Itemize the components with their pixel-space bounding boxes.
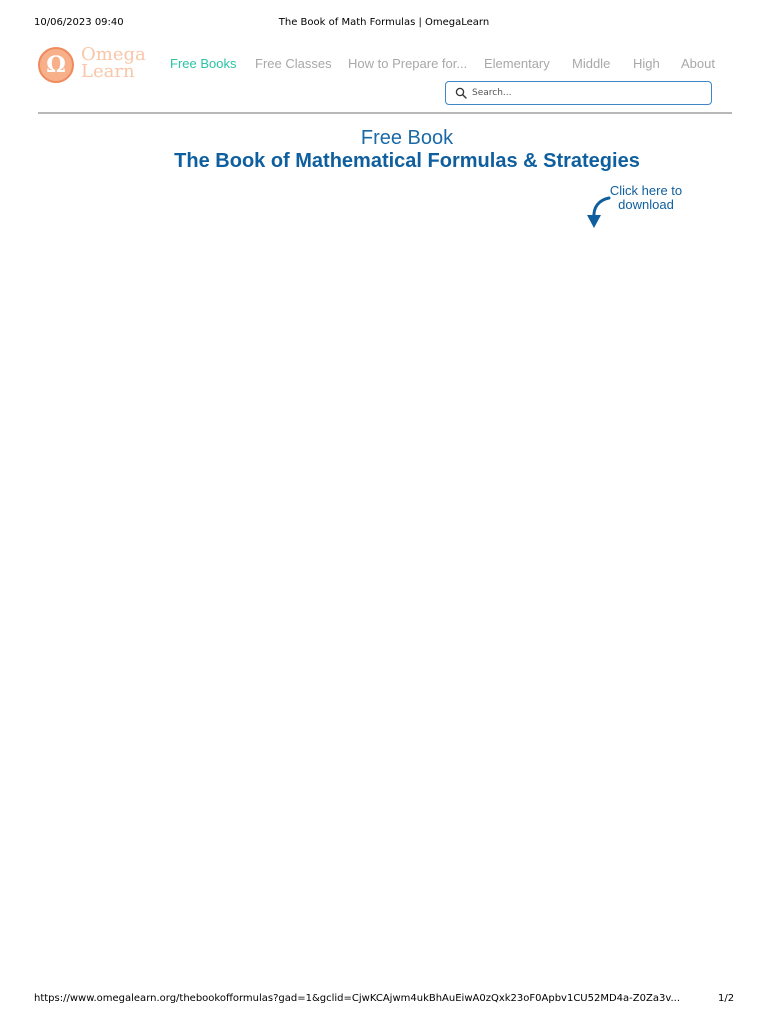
site-header: Ω Omega Learn Free Books Free Classes Ho… [38,40,732,114]
print-title: The Book of Math Formulas | OmegaLearn [278,17,490,28]
print-header: 10/06/2023 09:40 The Book of Math Formul… [0,17,768,31]
download-label: Click here to download [603,184,689,212]
download-label-line-1: Click here to [609,183,683,198]
print-page-number: 1/2 [718,993,735,1004]
nav-item-elementary[interactable]: Elementary [484,56,550,71]
nav-item-high[interactable]: High [633,56,660,71]
print-url: https://www.omegalearn.org/thebookofform… [34,993,681,1004]
download-label-line-2: download [618,197,674,212]
search-box [445,81,712,105]
page-title: The Book of Mathematical Formulas & Stra… [174,150,640,172]
download-link[interactable]: Click here to download [585,184,695,232]
search-input[interactable] [472,84,702,102]
page-subtitle: Free Book [360,127,454,149]
print-footer: https://www.omegalearn.org/thebookofform… [0,993,768,1007]
nav-item-middle[interactable]: Middle [572,56,610,71]
nav-item-free-books[interactable]: Free Books [170,56,236,71]
nav-item-about[interactable]: About [681,56,715,71]
nav-item-free-classes[interactable]: Free Classes [255,56,332,71]
nav-item-how-to-prepare[interactable]: How to Prepare for... [348,56,467,71]
curved-arrow-down-icon [587,196,611,228]
header-divider [38,112,732,114]
search-icon[interactable] [455,87,467,99]
main-nav: Free Books Free Classes How to Prepare f… [38,56,732,74]
